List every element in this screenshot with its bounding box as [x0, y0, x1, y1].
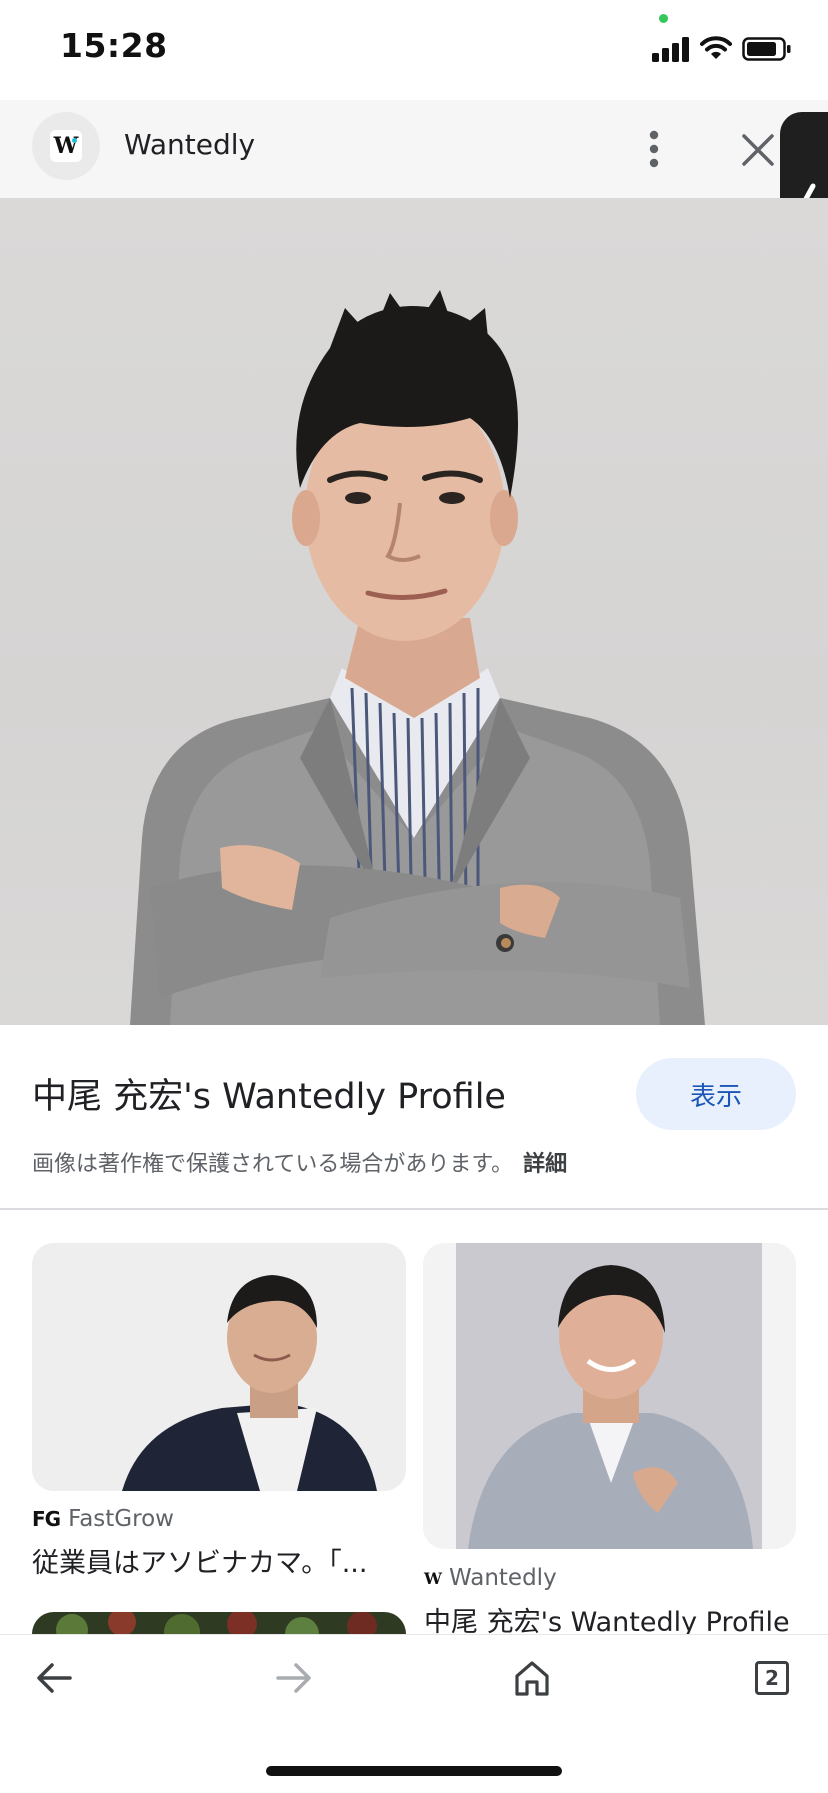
- forward-button[interactable]: [264, 1648, 324, 1708]
- selected-image[interactable]: [0, 198, 828, 1025]
- back-button[interactable]: [24, 1648, 84, 1708]
- wantedly-logo-icon: W: [424, 1568, 442, 1588]
- source-name: FastGrow: [68, 1506, 174, 1532]
- related-image-thumbnail[interactable]: [32, 1243, 406, 1491]
- home-indicator[interactable]: [266, 1766, 562, 1776]
- cellular-signal-icon: [652, 36, 692, 62]
- camera-indicator-dot: [659, 14, 668, 23]
- wantedly-logo-letter: W: [53, 133, 79, 159]
- details-link[interactable]: 詳細: [523, 1152, 567, 1177]
- source-label[interactable]: W Wantedly: [424, 1565, 557, 1591]
- fastgrow-logo-icon: FG: [32, 1507, 61, 1531]
- copyright-notice: 画像は著作権で保護されている場合があります。 詳細: [32, 1146, 567, 1178]
- image-title: 中尾 充宏's Wantedly Profile: [32, 1077, 506, 1117]
- status-time: 15:28: [60, 26, 168, 65]
- portrait-illustration: [130, 290, 705, 1025]
- close-icon[interactable]: [736, 128, 780, 172]
- wifi-icon: [700, 36, 732, 59]
- wantedly-logo-icon: W: [50, 130, 82, 162]
- related-photo-1: [32, 1243, 406, 1491]
- battery-icon: [742, 37, 791, 61]
- divider: [0, 1208, 828, 1210]
- copyright-text: 画像は著作権で保護されている場合があります。: [32, 1152, 514, 1177]
- tabs-button[interactable]: 2: [742, 1648, 802, 1708]
- arrow-right-icon: [276, 1663, 311, 1693]
- status-bar: 15:28: [0, 0, 828, 100]
- home-icon: [515, 1661, 549, 1696]
- source-name: Wantedly: [448, 1565, 557, 1591]
- visit-button[interactable]: 表示: [636, 1058, 796, 1130]
- related-title[interactable]: 従業員はアソビナカマ。「...: [32, 1541, 367, 1580]
- arrow-left-icon: [37, 1663, 72, 1693]
- more-options-icon[interactable]: [634, 124, 674, 174]
- home-button[interactable]: [502, 1648, 562, 1708]
- source-label[interactable]: FG FastGrow: [32, 1506, 174, 1532]
- related-photo-2: [423, 1243, 796, 1549]
- site-favicon[interactable]: W: [32, 112, 100, 180]
- site-name[interactable]: Wantedly: [124, 128, 255, 161]
- tab-count-badge: 2: [755, 1661, 789, 1695]
- related-image-thumbnail[interactable]: [423, 1243, 796, 1549]
